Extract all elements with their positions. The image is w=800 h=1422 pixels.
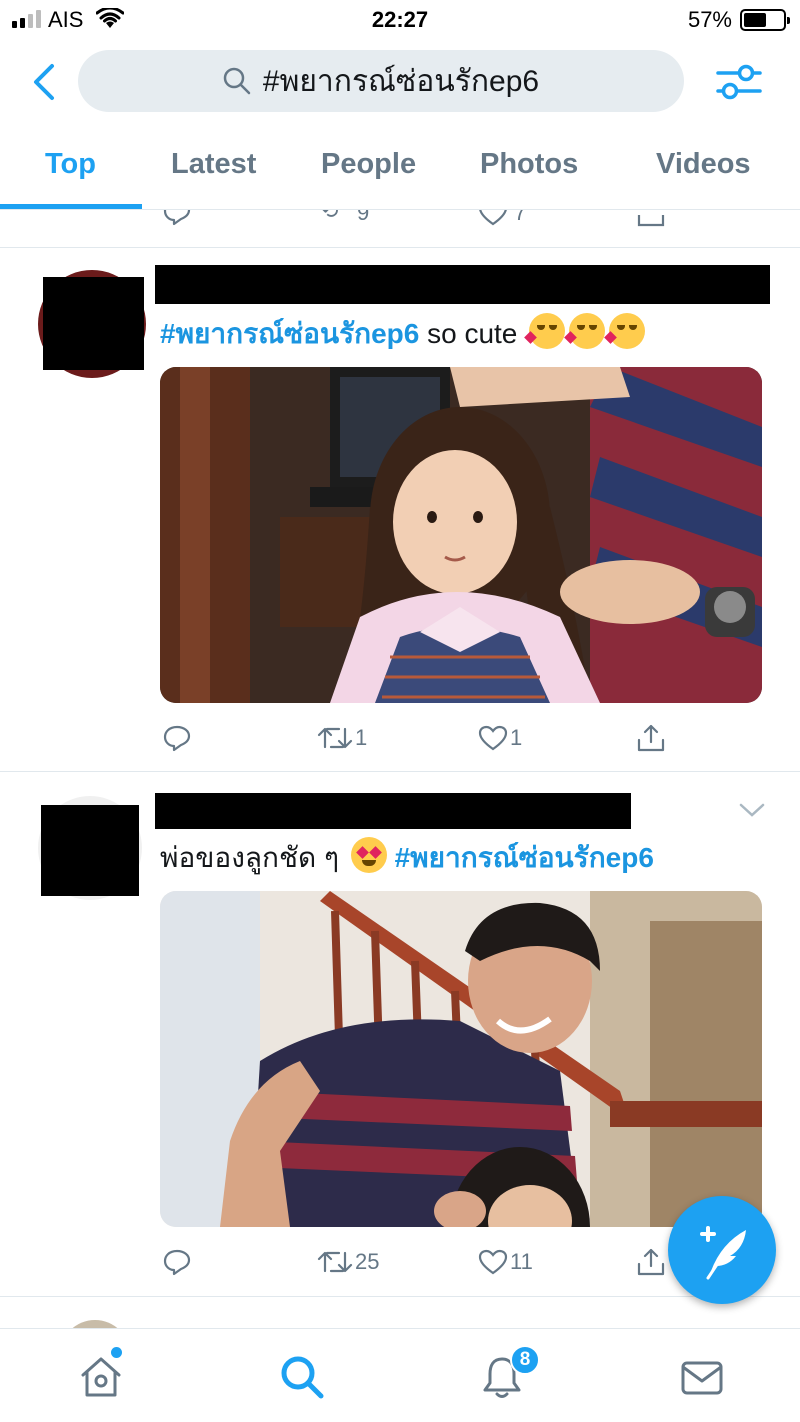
tab-videos[interactable]: Videos	[656, 148, 751, 181]
reply-icon	[163, 1249, 191, 1276]
like-count: 7	[514, 210, 527, 225]
reply-button[interactable]	[162, 716, 192, 760]
home-icon[interactable]	[77, 1353, 125, 1401]
like-icon[interactable]	[478, 210, 508, 226]
search-tabs: Top Latest People Photos Videos	[0, 134, 800, 210]
battery-percent: 57%	[687, 7, 732, 32]
hashtag-link[interactable]: #พยากรณ์ซ่อนรักep6	[395, 842, 654, 873]
chevron-down-icon[interactable]	[738, 800, 766, 820]
avatar[interactable]	[60, 1320, 130, 1328]
battery-icon	[740, 9, 790, 31]
redacted-username	[155, 793, 631, 829]
tweet-actions: 1 1	[0, 716, 800, 760]
notification-count-badge: 8	[510, 1345, 540, 1375]
new-content-dot	[111, 1347, 122, 1358]
heart-eyes-icon	[350, 837, 387, 873]
search-icon[interactable]	[278, 1353, 326, 1401]
share-button[interactable]	[636, 716, 666, 760]
search-query: #พยากรณ์ซ่อนรักep6	[262, 64, 540, 98]
divider	[0, 771, 800, 772]
previous-tweet-actions: ⟲ 9 7	[0, 210, 800, 234]
tab-top[interactable]: Top	[45, 148, 96, 181]
share-button[interactable]	[636, 1240, 666, 1284]
photo-father-daughter	[160, 891, 762, 1227]
search-results-feed[interactable]: ⟲ 9 7 #พยากรณ์ซ่อนรักep6 so cute 1 1 พ่อ…	[0, 210, 800, 1328]
compose-tweet-button[interactable]	[668, 1196, 776, 1304]
tweet-text: #พยากรณ์ซ่อนรักep6 so cute	[160, 312, 646, 356]
share-icon	[637, 1248, 665, 1276]
retweet-icon	[317, 1251, 353, 1273]
retweet-count: 1	[355, 725, 368, 750]
redacted-avatar	[41, 805, 139, 896]
tweet-text: พ่อของลูกชัด ๆ #พยากรณ์ซ่อนรักep6	[160, 836, 654, 880]
bottom-tab-bar: 8	[0, 1328, 800, 1422]
smiling-face-with-hearts-icon	[524, 313, 566, 349]
reply-icon	[163, 725, 191, 752]
status-bar: AIS 22:27 57%	[0, 0, 800, 40]
reply-icon[interactable]	[162, 210, 192, 226]
like-icon	[478, 1249, 508, 1275]
divider	[0, 247, 800, 248]
search-input[interactable]: #พยากรณ์ซ่อนรักep6	[78, 50, 684, 112]
like-count: 11	[510, 1249, 533, 1274]
like-button[interactable]: 11	[478, 1240, 533, 1284]
back-button[interactable]	[30, 62, 62, 102]
share-icon	[637, 724, 665, 752]
tab-photos[interactable]: Photos	[480, 148, 578, 181]
reply-button[interactable]	[162, 1240, 192, 1284]
tab-people[interactable]: People	[321, 148, 416, 181]
active-tab-indicator	[0, 204, 142, 209]
retweet-count: 25	[355, 1249, 380, 1274]
share-icon[interactable]	[636, 210, 666, 228]
tweet-photo[interactable]	[160, 367, 762, 703]
retweet-icon[interactable]: ⟲	[320, 210, 338, 224]
retweet-button[interactable]: 25	[317, 1240, 379, 1284]
retweet-count: 9	[357, 210, 370, 225]
search-icon	[223, 67, 251, 95]
redacted-username	[155, 265, 770, 304]
retweet-button[interactable]: 1	[317, 716, 367, 760]
like-icon	[478, 725, 508, 751]
like-button[interactable]: 1	[478, 716, 522, 760]
redacted-avatar	[43, 277, 144, 370]
tab-latest[interactable]: Latest	[171, 148, 256, 181]
messages-icon[interactable]	[678, 1353, 726, 1401]
like-count: 1	[510, 725, 523, 750]
retweet-icon	[317, 727, 353, 749]
tweet-photo[interactable]	[160, 891, 762, 1227]
photo-girl-hair	[160, 367, 762, 703]
hashtag-link[interactable]: #พยากรณ์ซ่อนรักep6	[160, 318, 419, 349]
smiling-face-with-hearts-icon	[604, 313, 646, 349]
filter-settings-button[interactable]	[714, 60, 764, 104]
smiling-face-with-hearts-icon	[564, 313, 606, 349]
compose-feather-icon	[700, 1226, 746, 1280]
clock: 22:27	[371, 7, 429, 32]
